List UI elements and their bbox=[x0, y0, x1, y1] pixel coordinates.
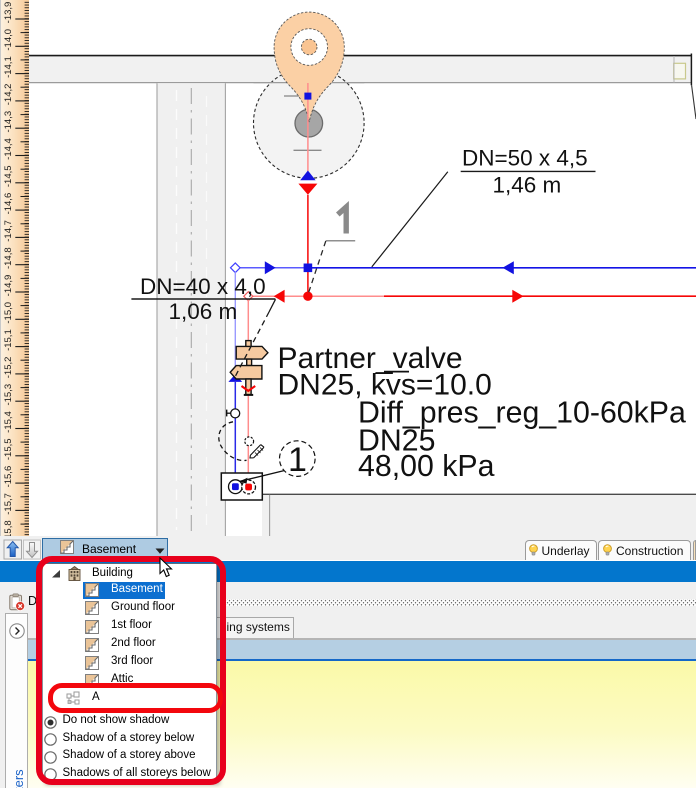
svg-text:1,06 m: 1,06 m bbox=[169, 299, 238, 324]
svg-text:-15,4: -15,4 bbox=[3, 411, 14, 433]
svg-text:-13,9: -13,9 bbox=[3, 2, 14, 24]
svg-text:-14,5: -14,5 bbox=[3, 165, 14, 187]
svg-text:DN=50 x 4,5: DN=50 x 4,5 bbox=[462, 146, 588, 171]
svg-text:-15,7: -15,7 bbox=[3, 493, 14, 515]
svg-text:-14,1: -14,1 bbox=[3, 56, 14, 78]
svg-text:-15,6: -15,6 bbox=[3, 466, 14, 488]
svg-text:-15,3: -15,3 bbox=[3, 384, 14, 406]
svg-text:-14,3: -14,3 bbox=[3, 111, 14, 133]
svg-text:-14,2: -14,2 bbox=[3, 84, 14, 106]
svg-text:-15,0: -15,0 bbox=[3, 302, 14, 324]
svg-text:-15,2: -15,2 bbox=[3, 357, 14, 379]
svg-text:1: 1 bbox=[288, 441, 307, 479]
svg-text:DN=40 x 4,0: DN=40 x 4,0 bbox=[140, 274, 266, 299]
svg-text:-14,7: -14,7 bbox=[3, 220, 14, 242]
svg-text:-15,8: -15,8 bbox=[3, 520, 14, 536]
svg-text:-14,4: -14,4 bbox=[3, 138, 14, 160]
svg-text:-14,0: -14,0 bbox=[3, 29, 14, 51]
svg-text:-14,6: -14,6 bbox=[3, 193, 14, 215]
svg-text:-15,1: -15,1 bbox=[3, 329, 14, 351]
svg-text:-15,5: -15,5 bbox=[3, 438, 14, 460]
svg-text:1,46 m: 1,46 m bbox=[493, 173, 562, 198]
svg-text:-14,8: -14,8 bbox=[3, 247, 14, 269]
svg-text:-14,9: -14,9 bbox=[3, 275, 14, 297]
svg-text:48,00 kPa: 48,00 kPa bbox=[358, 450, 495, 483]
